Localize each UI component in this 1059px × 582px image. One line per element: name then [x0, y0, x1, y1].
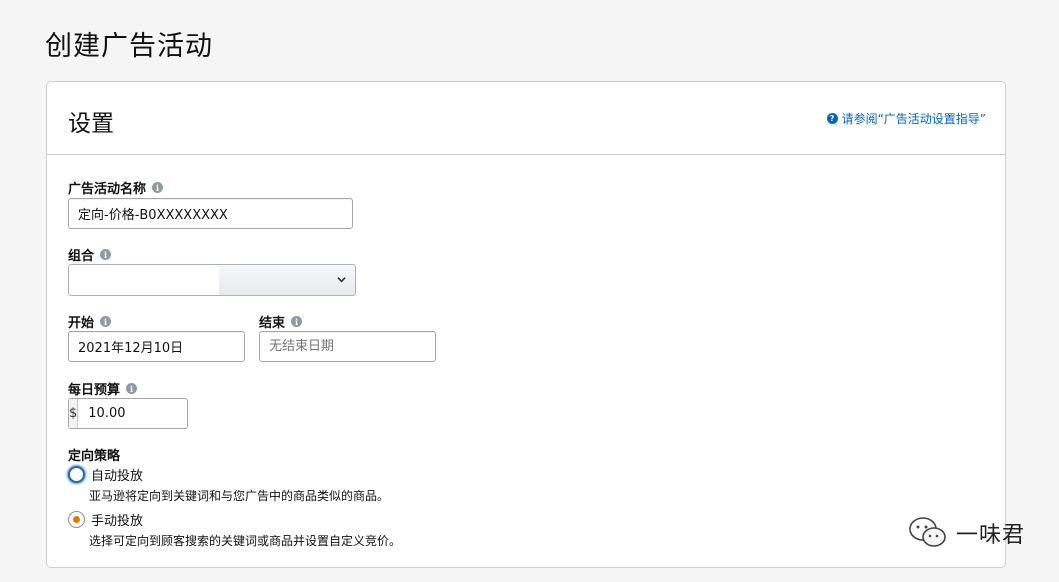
watermark-text: 一味君 [955, 523, 1025, 548]
chevron-down-icon [337, 277, 346, 283]
portfolio-select[interactable] [68, 264, 356, 296]
targeting-label-text: 定向策略 [68, 449, 121, 464]
help-question-icon: ? [826, 113, 838, 124]
settings-card: 设置 ? 请参阅“广告活动设置指导” 广告活动名称 i 组合 i 开始 i 结束… [46, 81, 1006, 568]
campaign-name-input[interactable] [68, 198, 353, 229]
info-icon[interactable]: i [100, 316, 112, 327]
wechat-icon [909, 517, 946, 547]
daily-budget-field: $ [68, 398, 188, 429]
info-icon[interactable]: i [100, 249, 112, 260]
auto-targeting-description: 亚马逊将定向到关键词和与您广告中的商品类似的商品。 [89, 489, 390, 503]
auto-targeting-option[interactable]: 自动投放 [68, 465, 143, 484]
help-link-text: 请参阅“广告活动设置指导” [841, 112, 986, 126]
info-icon[interactable]: i [126, 383, 138, 394]
manual-targeting-description: 选择可定向到顾客搜索的关键词或商品并设置自定义竞价。 [89, 534, 402, 548]
settings-title: 设置 [68, 111, 114, 137]
portfolio-label-text: 组合 [68, 249, 95, 264]
portfolio-label: 组合 i [68, 245, 112, 264]
daily-budget-input[interactable] [78, 399, 187, 428]
start-label: 开始 i [68, 312, 112, 331]
auto-targeting-radio[interactable] [68, 466, 85, 483]
settings-help-link[interactable]: ? 请参阅“广告活动设置指导” [826, 110, 986, 127]
page-title: 创建广告活动 [45, 31, 213, 62]
info-icon[interactable]: i [291, 316, 303, 327]
start-date-input[interactable] [68, 331, 245, 362]
daily-budget-label-text: 每日预算 [68, 383, 121, 398]
end-date-input[interactable] [259, 331, 436, 362]
manual-targeting-radio[interactable] [68, 511, 85, 528]
auto-targeting-label: 自动投放 [91, 469, 144, 484]
watermark: 一味君 [908, 516, 1025, 550]
end-label-text: 结束 [259, 316, 286, 331]
settings-header: 设置 ? 请参阅“广告活动设置指导” [47, 82, 1005, 155]
campaign-name-label-text: 广告活动名称 [68, 182, 147, 197]
end-label: 结束 i [259, 312, 303, 331]
currency-symbol: $ [69, 399, 79, 428]
daily-budget-label: 每日预算 i [68, 379, 138, 398]
start-label-text: 开始 [68, 316, 95, 331]
campaign-name-label: 广告活动名称 i [68, 178, 164, 197]
info-icon[interactable]: i [152, 182, 164, 193]
portfolio-select-value [69, 265, 219, 295]
manual-targeting-option[interactable]: 手动投放 [68, 510, 143, 529]
targeting-label: 定向策略 [68, 445, 120, 464]
manual-targeting-label: 手动投放 [91, 514, 144, 529]
